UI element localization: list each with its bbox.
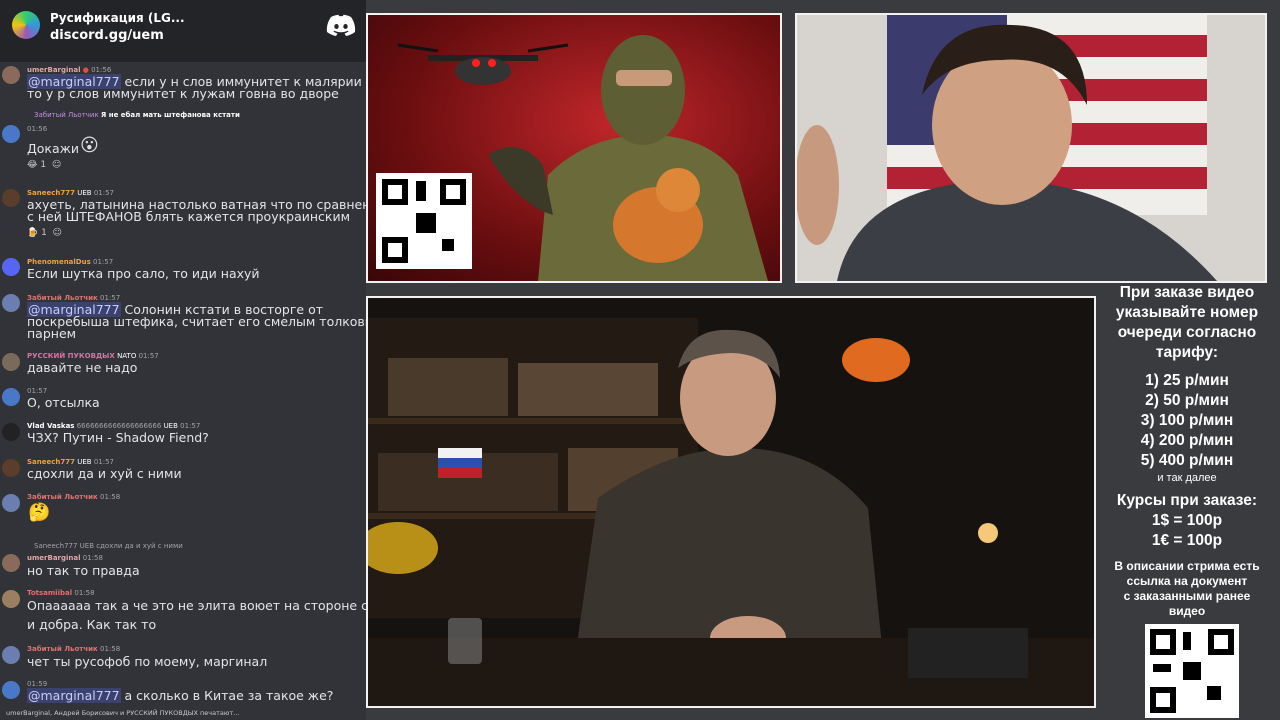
message-text: Докажи <box>27 141 80 156</box>
tier-2: 2) 50 р/мин <box>1145 392 1229 409</box>
tier-1: 1) 25 р/мин <box>1145 372 1229 389</box>
message-text: давайте не надо <box>27 360 138 375</box>
timestamp: 01:57 <box>138 352 159 360</box>
avatar <box>2 554 20 572</box>
rate-eur: 1€ = 100р <box>1151 532 1223 549</box>
username[interactable]: Забитый Льотчик <box>27 645 98 653</box>
mention[interactable]: @marginal777 <box>27 688 121 703</box>
chat-overlay: Русификация (LG... discord.gg/uem umerBa… <box>0 0 366 720</box>
thinking-emoji: 🤔 <box>28 502 51 523</box>
timestamp: 01:57 <box>93 258 114 266</box>
timestamp: 01:57 <box>93 189 115 197</box>
rate-usd: 1$ = 100р <box>1151 512 1223 529</box>
qr-code[interactable] <box>376 173 472 269</box>
timestamp: 01:59 <box>27 680 48 688</box>
drone-icon <box>397 43 569 85</box>
soldier-artwork-panel <box>366 13 782 283</box>
reply-preview: Забитый Льотчик Я не ебал мать штефанова… <box>34 111 240 119</box>
timestamp: 01:58 <box>100 645 121 653</box>
timestamp: 01:56 <box>27 125 48 133</box>
username[interactable]: Забитый Льотчик <box>27 493 98 501</box>
message-text-line2: с ней ШТЕФАНОВ блять кажется проукраинск… <box>27 209 351 224</box>
tiers-etc: и так далее <box>1157 472 1217 484</box>
timestamp: 01:57 <box>100 294 121 302</box>
timestamp: 01:57 <box>93 458 115 466</box>
server-title: Русификация (LG... <box>50 11 185 25</box>
message-text: @marginal777 а сколько в Китае за такое … <box>27 688 334 703</box>
typing-indicator: umerBarginal, Андрей Борисович и РУССКИЙ… <box>6 709 240 717</box>
info-heading-4: тарифу: <box>1155 344 1219 361</box>
message-text-line2: поскребыша штефика, считает его смелым т… <box>27 314 366 329</box>
chat-header: Русификация (LG... discord.gg/uem <box>0 0 366 62</box>
tier-3: 3) 100 р/мин <box>1140 412 1234 429</box>
timestamp: 01:57 <box>27 387 48 395</box>
avatar <box>2 423 20 441</box>
avatar <box>2 189 20 207</box>
order-info: При заказе видео указывайте номер очеред… <box>1098 283 1276 619</box>
username[interactable]: Saneech777 <box>27 458 75 466</box>
timestamp: 01:58 <box>82 554 103 562</box>
username[interactable]: umerBarginal <box>27 554 81 562</box>
tier-5: 5) 400 р/мин <box>1140 452 1234 469</box>
avatar <box>2 494 20 512</box>
discord-icon <box>326 14 356 37</box>
rates-heading: Курсы при заказе: <box>1116 492 1258 509</box>
qr-code-right[interactable] <box>1145 624 1239 718</box>
timestamp: 01:58 <box>74 589 95 597</box>
avatar <box>2 294 20 312</box>
webcam-feed <box>797 15 1265 281</box>
username[interactable]: Totsamiibal <box>27 589 72 597</box>
message-text-line2: и добра. Как так то <box>27 617 157 632</box>
info-heading-3: очереди согласно <box>1117 324 1257 341</box>
message-text: ЧЗХ? Путин - Shadow Fiend? <box>27 430 209 445</box>
timestamp: 01:56 <box>91 66 112 74</box>
note-line-4: видео <box>1168 604 1206 618</box>
reply-preview: Saneech777 UEB сдохли да и хуй с ними <box>34 542 183 550</box>
message-text: Опаааааа так а че это не элита воюет на … <box>27 598 366 613</box>
username[interactable]: PhenomenalDus <box>27 258 91 266</box>
username[interactable]: Saneech777 <box>27 189 75 197</box>
timestamp: 01:58 <box>100 493 121 501</box>
reaction[interactable]: 😂 1 ☺ <box>27 160 61 170</box>
server-icon <box>12 11 40 39</box>
soldier-figure <box>488 35 768 281</box>
message-text: но так то правда <box>27 563 140 578</box>
russian-flag-icon <box>438 448 482 478</box>
note-line-2: ссылка на документ <box>1126 574 1248 588</box>
username[interactable]: Забитый Льотчик <box>27 294 98 302</box>
username[interactable]: umerBarginal <box>27 66 81 74</box>
info-heading-1: При заказе видео <box>1119 284 1255 301</box>
main-video-feed <box>368 298 1094 706</box>
server-invite-link[interactable]: discord.gg/uem <box>50 28 164 43</box>
message-text-line2: то у р слов иммунитет к лужам говна во д… <box>27 86 339 101</box>
avatar <box>2 353 20 371</box>
message-text: О, отсылка <box>27 395 100 410</box>
avatar <box>2 258 20 276</box>
emoji: 😮 <box>80 135 99 156</box>
avatar <box>2 125 20 143</box>
note-line-1: В описании стрима есть <box>1114 559 1260 573</box>
main-video-panel <box>366 296 1096 708</box>
avatar <box>2 459 20 477</box>
message-text: чет ты русофоб по моему, маргинал <box>27 654 268 669</box>
username[interactable]: РУССКИЙ ПУКОВДЫХ <box>27 352 115 360</box>
water-glass <box>448 618 482 664</box>
avatar <box>2 681 20 699</box>
tier-4: 4) 200 р/мин <box>1140 432 1234 449</box>
note-line-3: с заказанными ранее <box>1123 589 1251 603</box>
message-text-line3: парнем <box>27 326 77 341</box>
message-text: сдохли да и хуй с ними <box>27 466 182 481</box>
avatar <box>2 646 20 664</box>
laptop <box>908 628 1028 678</box>
avatar <box>2 590 20 608</box>
webcam-panel <box>795 13 1267 283</box>
message-text: Если шутка про сало, то иди нахуй <box>27 266 260 281</box>
avatar <box>2 66 20 84</box>
info-heading-2: указывайте номер <box>1115 304 1259 321</box>
timestamp: 01:57 <box>180 422 201 430</box>
username[interactable]: Vlad Vaskas <box>27 422 74 430</box>
avatar <box>2 388 20 406</box>
reaction[interactable]: 🍺 1 ☺ <box>27 228 62 238</box>
